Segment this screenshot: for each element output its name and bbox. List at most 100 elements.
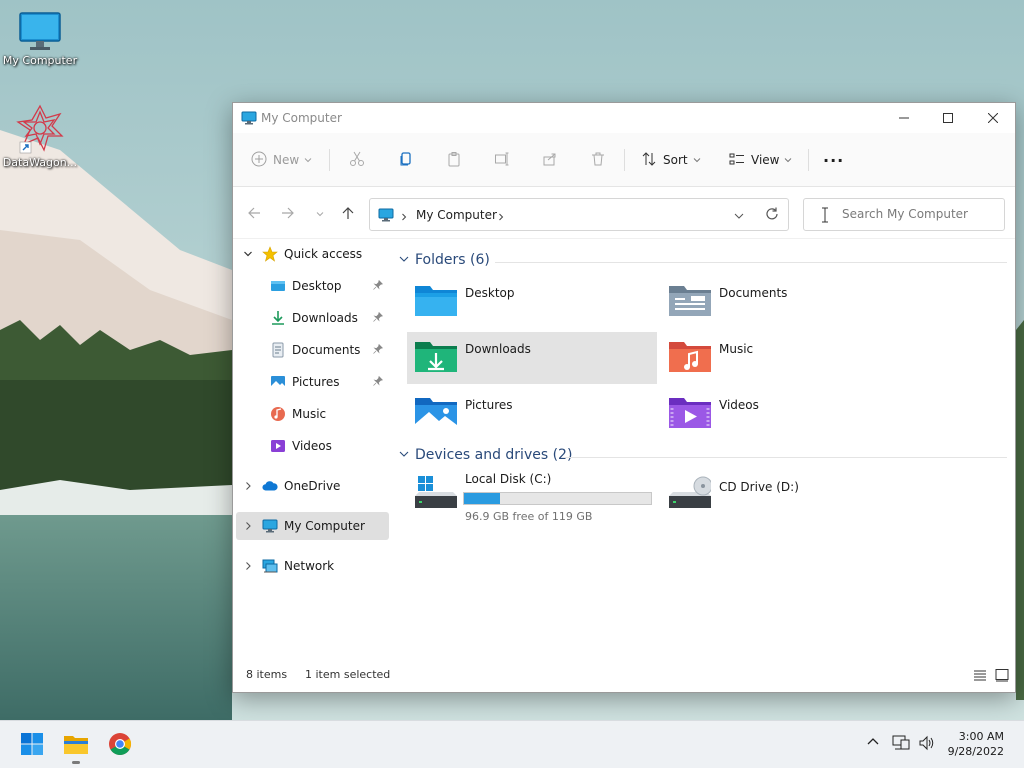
plus-circle-icon (251, 151, 267, 170)
details-view-button[interactable] (973, 668, 987, 685)
music-folder-icon (669, 338, 711, 374)
sidebar-item-my-computer[interactable]: My Computer (236, 512, 389, 540)
selection-count: 1 item selected (305, 668, 391, 681)
desktop-icon-datawagon[interactable]: DataWagon... (0, 104, 80, 169)
sidebar-item-videos[interactable]: Videos (233, 432, 389, 460)
breadcrumb-my-computer[interactable]: My Computer (416, 208, 497, 222)
delete-button[interactable] (590, 147, 606, 173)
taskbar-chrome[interactable] (106, 731, 134, 759)
more-icon: ··· (823, 150, 845, 170)
folder-name: Desktop (465, 286, 515, 300)
folders-section-header[interactable]: Folders (6) (399, 252, 490, 268)
drive-tile-local-disk[interactable]: Local Disk (C:) 96.9 GB free of 119 GB (407, 468, 657, 524)
title-bar[interactable]: My Computer (233, 103, 1015, 133)
search-box[interactable] (803, 198, 1005, 231)
desktop-folder-icon (415, 282, 457, 318)
share-button[interactable] (542, 147, 558, 173)
maximize-button[interactable] (925, 103, 971, 133)
chevron-right-icon[interactable] (243, 521, 253, 531)
documents-folder-icon (669, 282, 711, 318)
sidebar-item-pictures[interactable]: Pictures (233, 368, 389, 396)
forward-button[interactable] (279, 205, 297, 223)
close-button[interactable] (970, 103, 1016, 133)
recent-locations-button[interactable] (311, 205, 329, 223)
folder-tile-pictures[interactable]: Pictures (407, 388, 657, 440)
search-input[interactable] (842, 207, 992, 221)
sidebar-item-label: Network (284, 559, 335, 573)
folder-tile-downloads[interactable]: Downloads (407, 332, 657, 384)
folder-tile-desktop[interactable]: Desktop (407, 276, 657, 328)
desktop-icon-label: My Computer (2, 54, 78, 67)
toolbar-separator (808, 149, 809, 171)
sidebar-item-network[interactable]: Network (233, 552, 389, 580)
cut-button[interactable] (349, 147, 365, 173)
chevron-right-icon[interactable] (243, 561, 253, 571)
clock[interactable]: 3:00 AM 9/28/2022 (948, 729, 1004, 759)
chevron-right-icon[interactable] (497, 210, 505, 224)
back-button[interactable] (245, 205, 263, 223)
drives-section-header[interactable]: Devices and drives (2) (399, 447, 572, 463)
section-divider (565, 457, 1007, 458)
address-history-button[interactable] (734, 210, 744, 224)
refresh-icon[interactable] (765, 207, 779, 224)
sidebar-item-desktop[interactable]: Desktop (233, 272, 389, 300)
more-options-button[interactable]: ··· (823, 147, 844, 173)
rename-button[interactable] (494, 147, 510, 173)
active-app-indicator (72, 761, 80, 764)
new-button[interactable]: New (251, 147, 312, 173)
pin-icon (373, 279, 384, 293)
folder-tile-music[interactable]: Music (661, 332, 911, 384)
window-title: My Computer (261, 111, 342, 125)
file-explorer-window: My Computer New Sort View ··· My Compute… (232, 102, 1016, 693)
monitor-icon (262, 518, 278, 534)
cd-drive-icon (669, 474, 713, 510)
sidebar-item-music[interactable]: Music (233, 400, 389, 428)
up-button[interactable] (339, 205, 357, 223)
sidebar-item-downloads[interactable]: Downloads (233, 304, 389, 332)
start-button[interactable] (18, 731, 46, 759)
view-button[interactable]: View (729, 147, 792, 173)
drive-name: CD Drive (D:) (719, 480, 799, 494)
sort-button[interactable]: Sort (641, 147, 701, 173)
paste-button[interactable] (446, 147, 462, 173)
show-hidden-icons-button[interactable] (866, 735, 880, 752)
text-cursor-icon (820, 207, 830, 226)
navigation-pane: Quick access Desktop Downloads Documents… (233, 240, 391, 660)
taskbar-file-explorer[interactable] (62, 731, 90, 759)
folder-name: Videos (719, 398, 759, 412)
desktop-icon-my-computer[interactable]: My Computer (0, 10, 80, 67)
sidebar-item-label: OneDrive (284, 479, 341, 493)
folder-name: Downloads (465, 342, 531, 356)
sidebar-item-label: Documents (292, 343, 361, 357)
sidebar-item-quick-access[interactable]: Quick access (233, 240, 389, 268)
tiles-view-button[interactable] (995, 668, 1009, 685)
network-status-icon[interactable] (892, 735, 910, 754)
drive-tile-cd-drive[interactable]: CD Drive (D:) (661, 468, 911, 524)
copy-button[interactable] (398, 147, 414, 173)
address-bar[interactable]: My Computer (369, 198, 789, 231)
arrow-right-icon (281, 206, 295, 223)
sidebar-item-label: My Computer (284, 519, 365, 533)
folder-tile-documents[interactable]: Documents (661, 276, 911, 328)
sidebar-item-label: Music (292, 407, 327, 421)
chevron-down-icon[interactable] (243, 249, 253, 259)
monitor-icon (241, 110, 257, 129)
content-pane: Folders (6) Desktop Documents Downloads (391, 240, 1015, 660)
sidebar-item-label: Videos (292, 439, 332, 453)
item-count: 8 items (246, 668, 288, 681)
command-bar: New Sort View ··· (233, 133, 1015, 187)
folder-tile-videos[interactable]: Videos (661, 388, 911, 440)
start-icon (20, 732, 44, 759)
sidebar-item-documents[interactable]: Documents (233, 336, 389, 364)
chevron-down-icon (399, 447, 409, 463)
minimize-button[interactable] (881, 103, 927, 133)
datawagon-shortcut-icon (16, 104, 64, 156)
copy-icon (398, 151, 414, 170)
folder-name: Documents (719, 286, 788, 300)
sidebar-item-onedrive[interactable]: OneDrive (233, 472, 389, 500)
chevron-right-icon[interactable] (243, 481, 253, 491)
file-explorer-icon (63, 732, 89, 759)
sidebar-item-label: Desktop (292, 279, 342, 293)
chevron-down-icon (316, 207, 324, 221)
volume-icon[interactable] (918, 735, 936, 754)
